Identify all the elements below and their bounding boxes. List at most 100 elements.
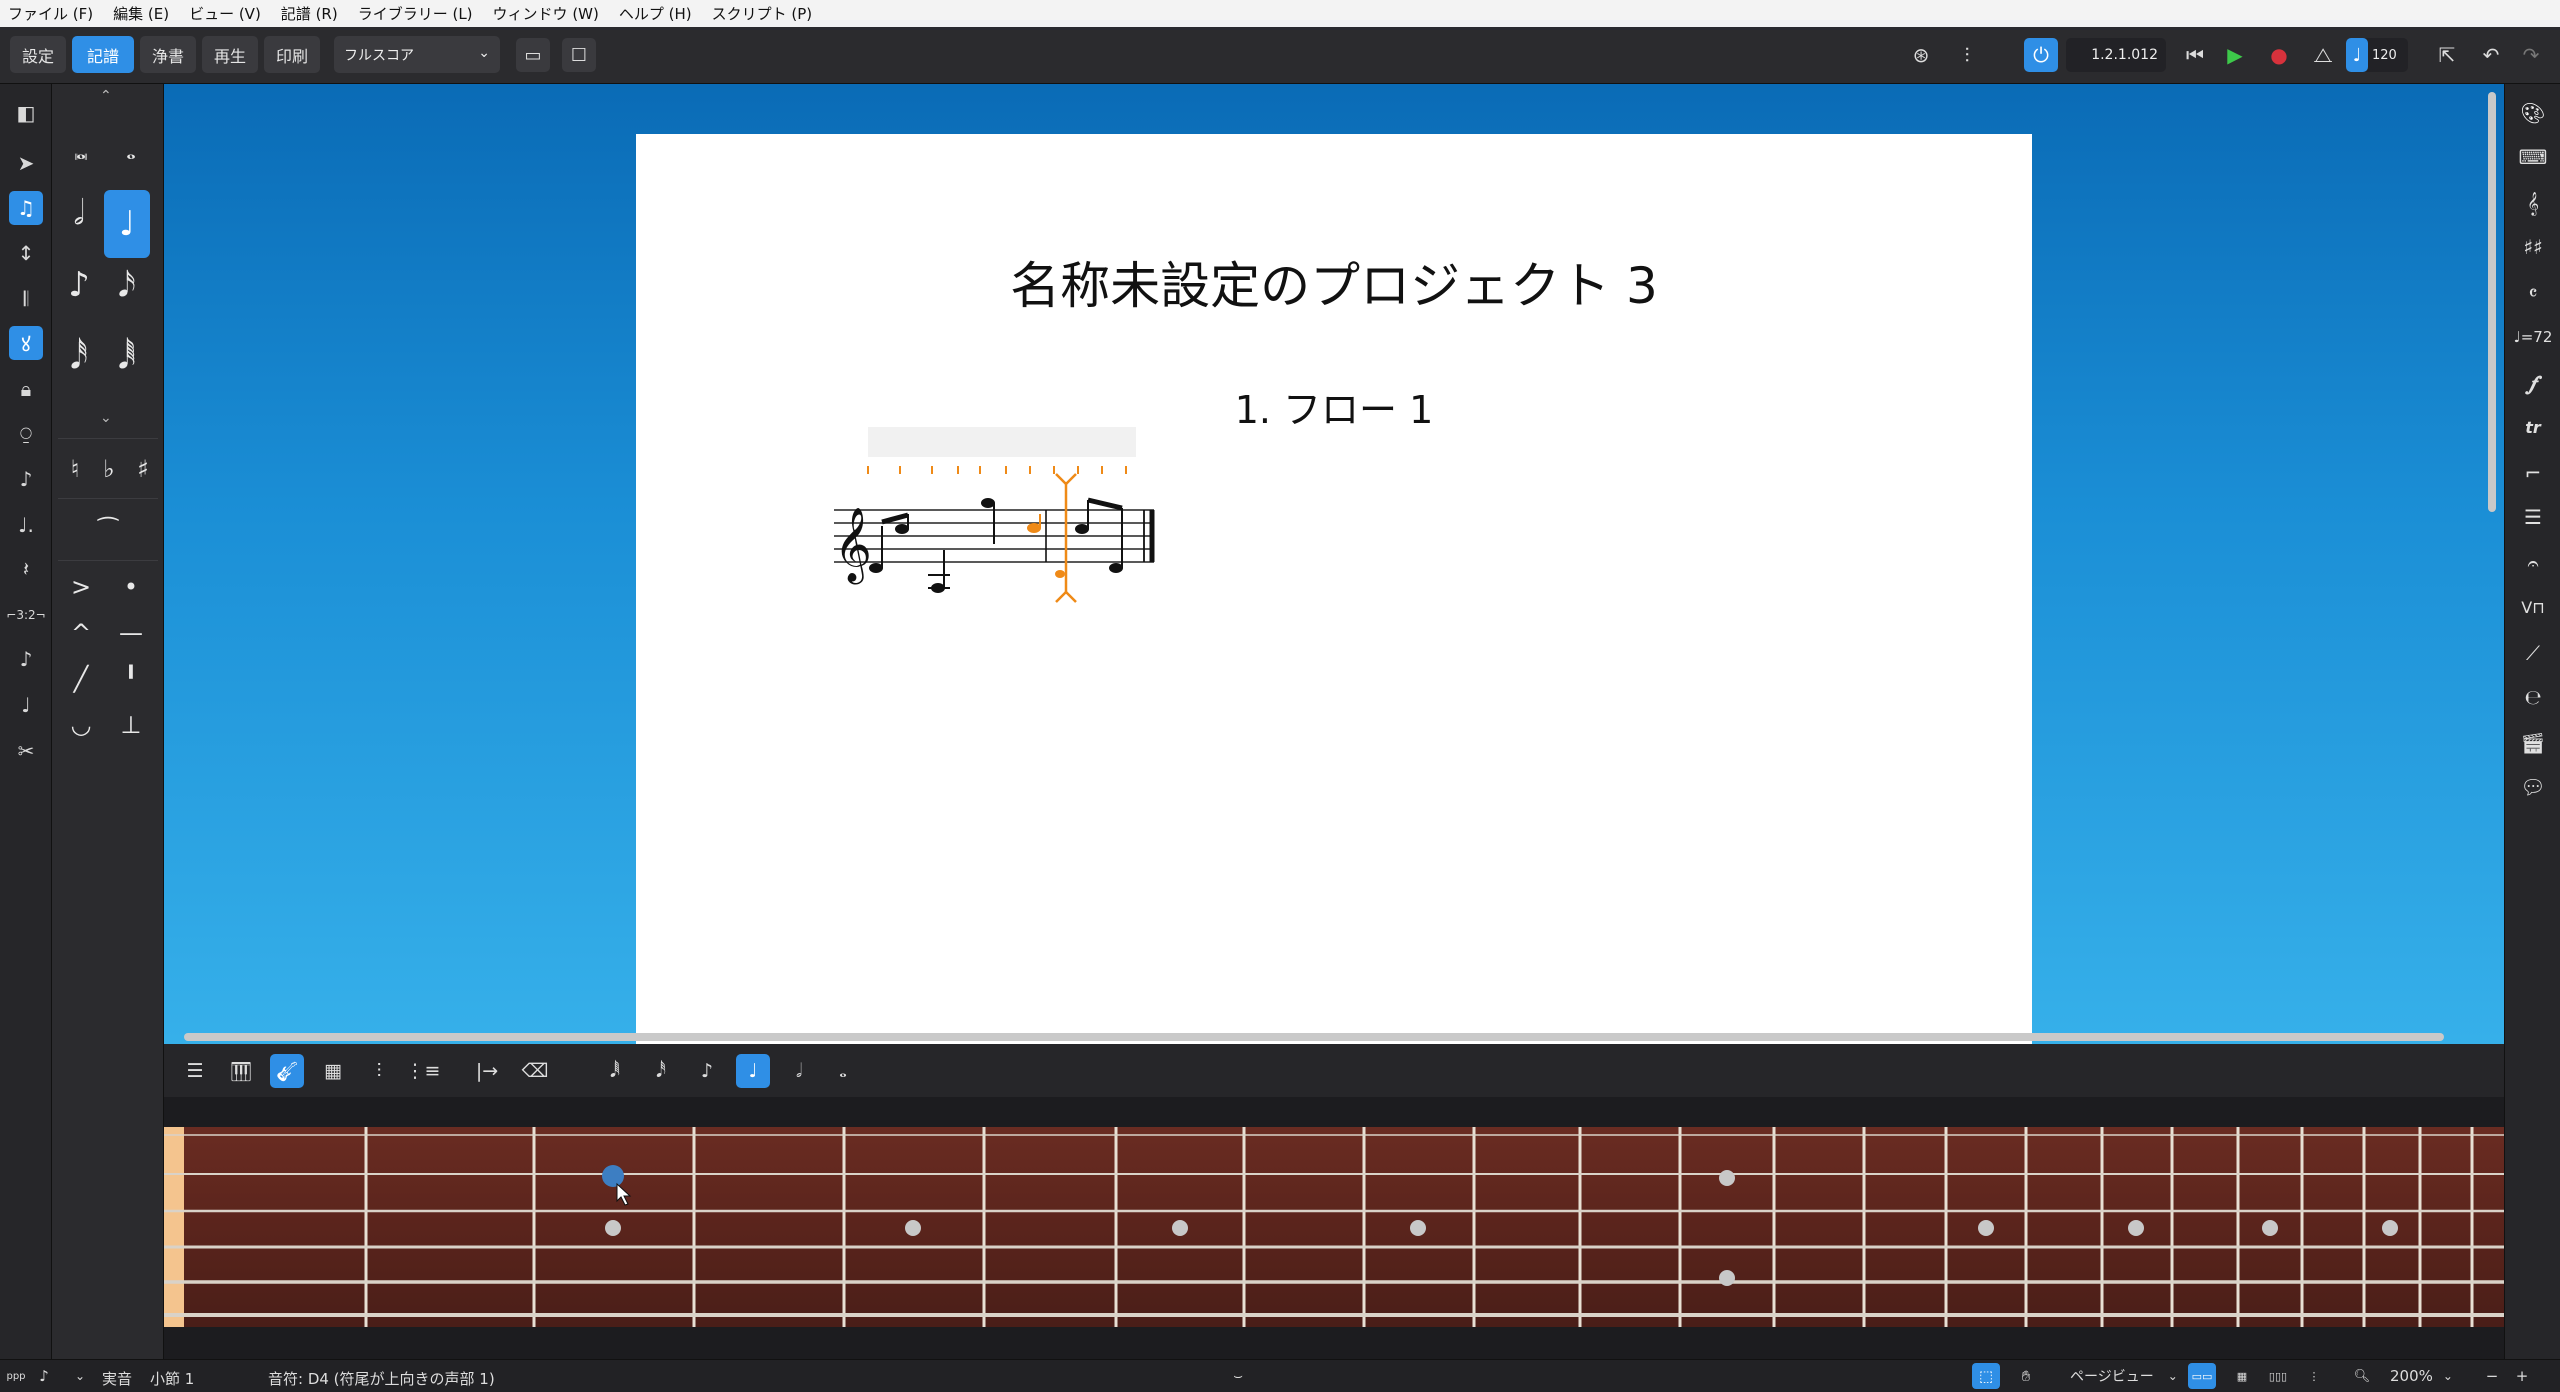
ppp-icon[interactable]: ppp — [2, 1363, 30, 1389]
zoom-icon[interactable]: 🔍︎ — [2348, 1363, 2376, 1389]
quarter-note-icon[interactable]: ♩ — [104, 190, 150, 258]
quarter-note-icon[interactable]: ♩ — [736, 1054, 770, 1088]
repeat-icon[interactable]: ⌐ — [2515, 456, 2551, 490]
thirty-second-note-icon[interactable]: 𝅘𝅥𝅰 — [644, 1054, 678, 1088]
menu-window[interactable]: ウィンドウ (W) — [493, 3, 599, 24]
mixer-icon[interactable]: ⫶ — [1950, 38, 1984, 72]
chord-icon[interactable]: ♪ — [9, 462, 43, 496]
horizontal-pages-icon[interactable]: ▯▯▯ — [2264, 1363, 2292, 1389]
metronome-icon[interactable]: ⧍ — [2306, 38, 2340, 72]
treble-clef[interactable]: 𝄞 — [834, 508, 872, 585]
play-icon[interactable]: ▶ — [2218, 38, 2252, 72]
hand-tool-icon[interactable]: ✋︎ — [2012, 1363, 2040, 1389]
activate-project-button[interactable]: ⏻ — [2024, 38, 2058, 72]
panel-toggle-icon[interactable]: ⌣ — [1224, 1363, 1252, 1389]
redo-icon[interactable]: ↷ — [2514, 38, 2548, 72]
wedge-icon[interactable]: ╹ — [108, 656, 154, 702]
mode-engrave-tab[interactable]: 浄書 — [140, 36, 196, 73]
menu-library[interactable]: ライブラリー (L) — [358, 3, 473, 24]
playing-technique-icon[interactable]: ℮ — [2515, 680, 2551, 714]
palette-icon[interactable]: 🎨︎ — [2515, 96, 2551, 130]
key-editor-icon[interactable]: ⋮≡ — [406, 1054, 441, 1088]
spreads-icon[interactable]: ▭▭ — [2188, 1363, 2216, 1389]
vertical-pages-icon[interactable]: ⋮ — [2300, 1363, 2328, 1389]
rewind-icon[interactable]: ⏮ — [2178, 38, 2212, 72]
dynamics-icon[interactable]: 𝆑 — [2515, 366, 2551, 400]
marquee-select-icon[interactable]: ⬚ — [1972, 1363, 2000, 1389]
undo-icon[interactable]: ↶ — [2474, 38, 2508, 72]
breve-icon[interactable]: 𝅜 — [58, 128, 104, 174]
selected-fret-position[interactable] — [602, 1165, 624, 1187]
video-reel-icon[interactable]: ⊛ — [1904, 38, 1938, 72]
vertical-scrollbar[interactable] — [2488, 92, 2496, 512]
key-signature-icon[interactable]: ♯♯ — [2515, 230, 2551, 264]
tab-view-icon[interactable]: ▭ — [516, 38, 550, 72]
layout-selector[interactable]: フルスコア ⌄ — [334, 36, 500, 73]
scissors-icon[interactable]: ✂ — [9, 734, 43, 768]
view-type-selector[interactable]: ページビュー ⌄ — [2064, 1363, 2180, 1389]
video-icon[interactable]: 🎬︎ — [2515, 726, 2551, 760]
panel-toggle-icon[interactable]: ◧ — [9, 96, 43, 130]
tempo-display[interactable]: ♩ 120 — [2346, 38, 2408, 72]
ornaments-icon[interactable]: tr — [2515, 410, 2551, 444]
piano-keyboard-icon[interactable]: 🎹︎ — [224, 1054, 258, 1088]
half-note-icon[interactable]: 𝅗𝅥 — [782, 1054, 816, 1088]
menu-edit[interactable]: 編集 (E) — [113, 3, 169, 24]
mixer-icon[interactable]: ⫶ — [362, 1054, 396, 1088]
selected-note[interactable] — [1027, 523, 1041, 533]
notes[interactable] — [869, 498, 1123, 593]
comment-icon[interactable]: 💬︎ — [2515, 770, 2551, 804]
time-signature-icon[interactable]: 𝄴 — [2515, 276, 2551, 310]
score-page[interactable]: 名称未設定のプロジェクト 3 1. フロー 1 𝄞 — [636, 134, 2032, 1044]
unstress-icon[interactable]: ⊥ — [108, 702, 154, 748]
mode-print-tab[interactable]: 印刷 — [264, 36, 320, 73]
zoom-in-icon[interactable]: + — [2508, 1363, 2536, 1389]
slur-icon[interactable]: ⁀ — [85, 508, 131, 554]
line-icon[interactable]: ⟋ — [2515, 636, 2551, 670]
keyboard-icon[interactable]: ⌨ — [2515, 140, 2551, 174]
half-note-icon[interactable]: 𝅗𝅥 — [56, 190, 102, 236]
mode-write-tab[interactable]: 記譜 — [72, 36, 134, 73]
microphone-icon[interactable]: ⍜ — [9, 416, 43, 450]
drag-icon[interactable]: ↕ — [9, 236, 43, 270]
staccatissimo-icon[interactable]: ╱ — [58, 656, 104, 702]
eighth-note-icon[interactable]: ♪ — [56, 262, 102, 308]
bowing-icon[interactable]: V⊓ — [2515, 590, 2551, 624]
export-icon[interactable]: ⇱ — [2430, 38, 2464, 72]
staccato-icon[interactable]: • — [108, 564, 154, 610]
sixty-fourth-note-icon[interactable]: 𝅘𝅥𝅱 — [598, 1054, 632, 1088]
menu-write[interactable]: 記譜 (R) — [281, 3, 338, 24]
zoom-out-icon[interactable]: − — [2478, 1363, 2506, 1389]
mode-setup-tab[interactable]: 設定 — [10, 36, 66, 73]
select-arrow-icon[interactable]: ➤ — [9, 146, 43, 180]
menu-script[interactable]: スクリプト (P) — [712, 3, 813, 24]
slash-icon[interactable]: ♩ — [9, 688, 43, 722]
whole-note-icon[interactable]: 𝅝 — [826, 1054, 860, 1088]
tenuto-icon[interactable]: — — [108, 610, 154, 656]
record-icon[interactable]: ● — [2262, 38, 2296, 72]
menu-view[interactable]: ビュー (V) — [189, 3, 261, 24]
whole-note-icon[interactable]: 𝅝 — [108, 128, 154, 174]
sixteenth-note-icon[interactable]: 𝅘𝅥𝅯 — [104, 262, 150, 308]
accent-icon[interactable]: > — [58, 564, 104, 610]
score-view[interactable]: 名称未設定のプロジェクト 3 1. フロー 1 𝄞 — [164, 84, 2504, 1044]
sixty-fourth-note-icon[interactable]: 𝅘𝅥𝅱 — [104, 334, 150, 380]
fermata-icon[interactable]: 𝄐 — [2515, 546, 2551, 580]
insert-icon[interactable]: |→ — [470, 1054, 504, 1088]
tempo-icon[interactable]: ♩=72 — [2514, 320, 2553, 354]
clef-icon[interactable]: 𝄞 — [2515, 186, 2551, 220]
dotted-note-icon[interactable]: ♩. — [9, 508, 43, 542]
eighth-note-icon[interactable]: ♪ — [690, 1054, 724, 1088]
menu-file[interactable]: ファイル (F) — [8, 3, 93, 24]
note-value-icon[interactable]: ♪ — [30, 1363, 58, 1389]
tuplet-icon[interactable]: ⌐3:2¬ — [6, 598, 45, 632]
menu-help[interactable]: ヘルプ (H) — [619, 3, 692, 24]
delete-icon[interactable]: ⌫ — [518, 1054, 552, 1088]
fretboard[interactable] — [164, 1127, 2504, 1327]
mode-play-tab[interactable]: 再生 — [202, 36, 258, 73]
bar-icon[interactable]: ☰ — [2515, 500, 2551, 534]
grid-view-icon[interactable]: ▦ — [2228, 1363, 2256, 1389]
window-view-icon[interactable]: ☐ — [562, 38, 596, 72]
music-staff[interactable]: 𝄞 — [636, 134, 2032, 1044]
marcato-icon[interactable]: ^ — [58, 610, 104, 656]
